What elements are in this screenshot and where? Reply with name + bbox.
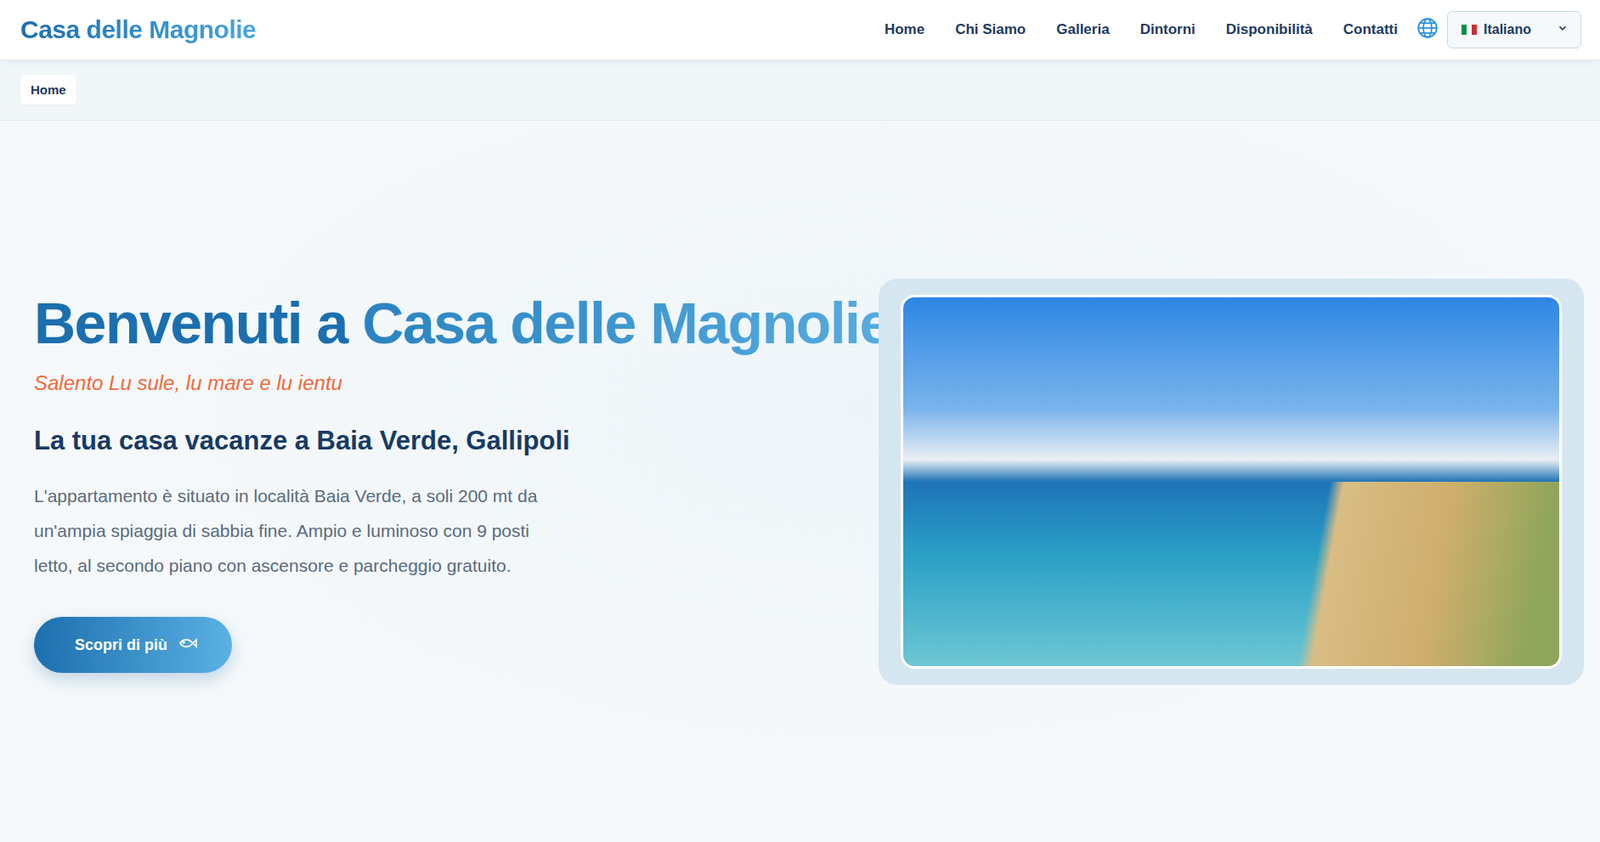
- hero-image-frame: [878, 278, 1584, 685]
- nav-item[interactable]: Galleria: [1056, 21, 1109, 39]
- italy-flag-icon: [1461, 24, 1477, 35]
- nav-item[interactable]: Disponibilità: [1226, 21, 1313, 39]
- nav-item[interactable]: Contatti: [1343, 21, 1398, 39]
- breadcrumb: Home: [0, 59, 1600, 121]
- site-header: Casa delle Magnolie Home Chi Siamo Galleria…: [0, 0, 1600, 60]
- nav-item[interactable]: Chi Siamo: [955, 21, 1026, 39]
- nav-item[interactable]: Home: [884, 21, 925, 39]
- hero-description: L'appartamento è situato in località Bai…: [33, 478, 544, 583]
- hero-section: Benvenuti a Casa delle Magnolie Salento L…: [0, 120, 1600, 842]
- hero-photo: [900, 294, 1562, 669]
- hero-heading: La tua casa vacanze a Baia Verde, Gallip…: [33, 425, 862, 457]
- header-right: Home Chi Siamo Galleria Dintorni Disponibili…: [884, 11, 1582, 49]
- language-select[interactable]: Italiano: [1447, 11, 1582, 49]
- nav-item[interactable]: Dintorni: [1140, 21, 1196, 39]
- fish-icon: [177, 635, 198, 656]
- logo[interactable]: Casa delle Magnolie: [20, 15, 256, 45]
- button-label: Scopri di più: [74, 636, 168, 655]
- hero-text: Benvenuti a Casa delle Magnolie Salento L…: [33, 289, 862, 673]
- language-switcher: Italiano: [1416, 11, 1582, 49]
- breadcrumb-item[interactable]: Home: [20, 74, 77, 105]
- hero-tagline: Salento Lu sule, lu mare e lu ientu: [33, 371, 862, 396]
- main-nav: Home Chi Siamo Galleria Dintorni Disponibili…: [884, 21, 1398, 39]
- title-lead: Benvenuti a: [33, 290, 348, 356]
- hero-title: Benvenuti a Casa delle Magnolie: [33, 289, 862, 357]
- discover-button[interactable]: Scopri di più: [33, 616, 232, 673]
- globe-icon: [1416, 16, 1439, 43]
- title-highlight: Casa delle Magnolie: [361, 290, 890, 356]
- chevron-down-icon: [1556, 22, 1569, 38]
- language-label: Italiano: [1483, 22, 1550, 38]
